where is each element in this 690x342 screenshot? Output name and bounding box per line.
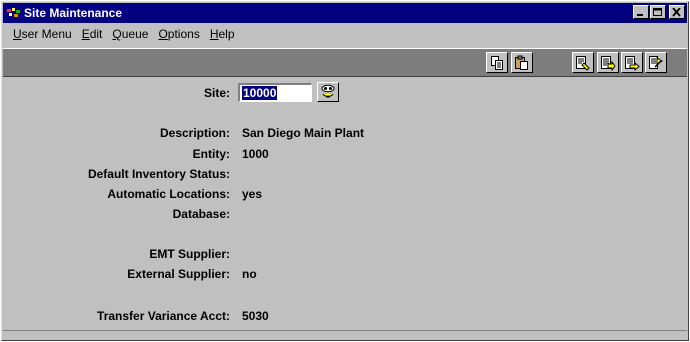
automatic-locations-value: yes: [242, 187, 263, 201]
menu-user-menu[interactable]: User Menu: [3, 27, 77, 41]
automatic-locations-label: Automatic Locations:: [107, 187, 230, 201]
window-title: Site Maintenance: [24, 6, 123, 20]
entity-value: 1000: [242, 147, 269, 161]
lookup-eyes-icon: [321, 84, 335, 98]
entity-label: Entity:: [192, 147, 230, 161]
minimize-button[interactable]: [633, 5, 649, 19]
menu-options[interactable]: Options: [153, 27, 204, 41]
external-supplier-value: no: [242, 267, 257, 281]
look-up-icon: [576, 56, 590, 71]
menu-help[interactable]: Help: [205, 27, 240, 41]
description-label: Description:: [159, 126, 230, 140]
paste-button[interactable]: [511, 52, 533, 73]
external-supplier-label: External Supplier:: [127, 267, 230, 281]
window-controls: [632, 5, 685, 21]
close-button[interactable]: [669, 5, 685, 19]
minimize-icon: [637, 14, 643, 16]
look-up-button[interactable]: [572, 52, 594, 73]
database-label: Database:: [172, 207, 230, 221]
transfer-variance-acct-label: Transfer Variance Acct:: [97, 309, 230, 323]
next-button[interactable]: [645, 52, 667, 73]
title-bar[interactable]: Site Maintenance: [3, 3, 687, 23]
browse-button[interactable]: [597, 52, 619, 73]
menu-queue[interactable]: Queue: [107, 27, 153, 41]
next-icon: [649, 56, 663, 69]
maximize-button[interactable]: [650, 5, 666, 19]
close-icon: [672, 8, 681, 17]
copy-button[interactable]: [486, 52, 508, 73]
paste-icon: [515, 55, 528, 70]
default-inventory-status-label: Default Inventory Status:: [87, 167, 230, 181]
menu-edit[interactable]: Edit: [77, 27, 108, 41]
emt-supplier-label: EMT Supplier:: [149, 247, 230, 261]
site-input[interactable]: 10000: [238, 83, 312, 102]
site-label: Site:: [203, 86, 230, 100]
copy-icon: [491, 56, 503, 70]
site-maintenance-window: Site Maintenance User Menu Edit Queue Op…: [1, 1, 689, 341]
browse-icon: [601, 56, 616, 71]
status-bar: [3, 330, 687, 341]
description-value: San Diego Main Plant: [242, 126, 365, 140]
transfer-variance-acct-value: 5030: [242, 309, 269, 323]
site-input-value: 10000: [242, 86, 278, 100]
go-to-icon: [625, 56, 640, 71]
app-icon: [7, 8, 20, 17]
site-form: Site: 10000 Description: San Diego Main …: [6, 79, 686, 329]
menu-bar: User Menu Edit Queue Options Help: [3, 24, 687, 44]
maximize-icon: [653, 8, 662, 16]
go-to-button[interactable]: [621, 52, 643, 73]
toolbar: [3, 48, 687, 77]
site-lookup-button[interactable]: [317, 82, 339, 102]
